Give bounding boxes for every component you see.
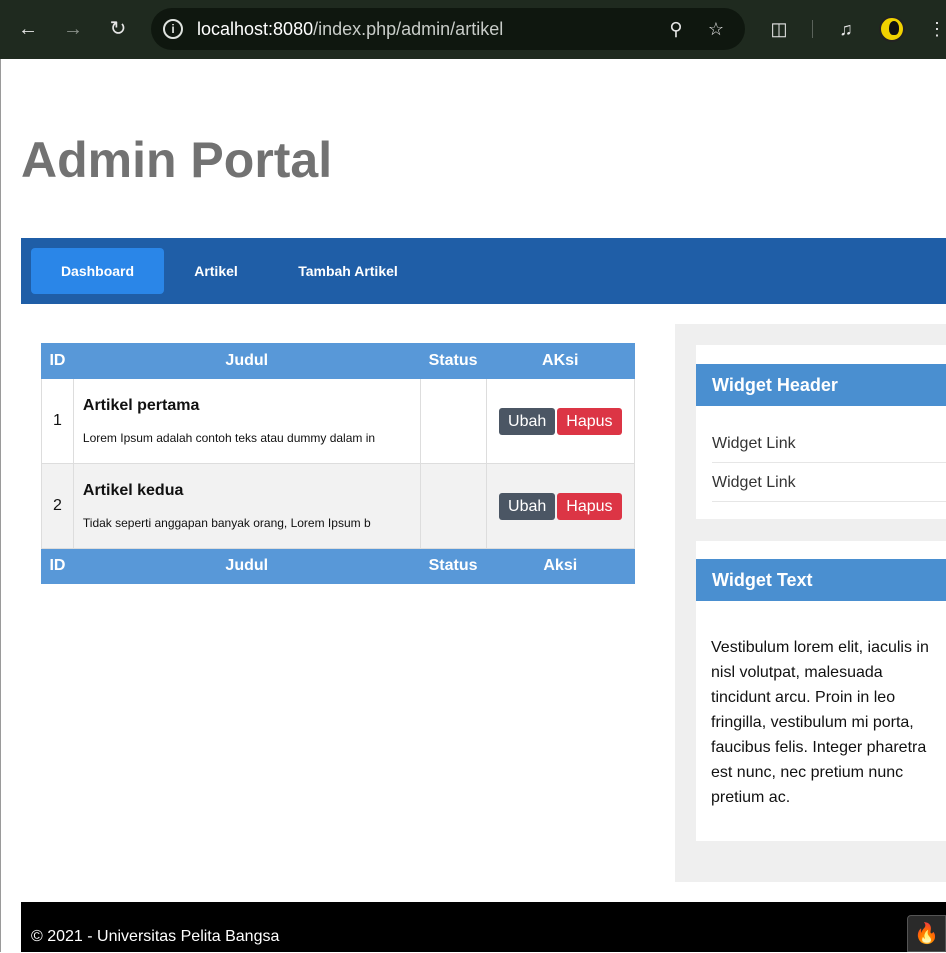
article-table: ID Judul Status AKsi 1 Artikel pertama L…: [41, 343, 636, 584]
footer: © 2021 - Universitas Pelita Bangsa 🔥: [21, 902, 946, 952]
nav-dashboard[interactable]: Dashboard: [31, 248, 164, 294]
reload-icon[interactable]: ↻: [104, 15, 132, 43]
row-id: 2: [41, 463, 74, 549]
widget-text: Widget Text Vestibulum lorem elit, iacul…: [696, 541, 946, 841]
main-nav: Dashboard Artikel Tambah Artikel: [21, 238, 946, 304]
edit-button[interactable]: Ubah: [499, 407, 556, 435]
row-id: 1: [41, 378, 74, 464]
row-judul: Artikel kedua Tidak seperti anggapan ban…: [72, 463, 421, 549]
site-info-icon[interactable]: i: [163, 19, 183, 39]
delete-button[interactable]: Hapus: [557, 492, 622, 520]
row-status: [419, 378, 487, 464]
row-actions: Ubah Hapus: [485, 463, 636, 549]
widget-header: Widget Header: [696, 364, 946, 406]
row-actions: Ubah Hapus: [485, 378, 636, 464]
table-row: 2 Artikel kedua Tidak seperti anggapan b…: [41, 463, 636, 549]
toolbar-divider: [812, 20, 813, 38]
header-status: Status: [419, 343, 487, 379]
widget-links: Widget Header Widget Link Widget Link: [696, 345, 946, 519]
edit-button[interactable]: Ubah: [499, 492, 556, 520]
widget-link[interactable]: Widget Link: [712, 463, 946, 502]
table-header-row: ID Judul Status AKsi: [41, 343, 636, 379]
header-aksi: AKsi: [485, 343, 636, 379]
page-title: Admin Portal: [21, 132, 333, 188]
bookmark-star-icon[interactable]: ☆: [704, 17, 728, 41]
footer-id: ID: [41, 548, 74, 584]
page-border: [0, 59, 1, 952]
header-judul: Judul: [72, 343, 421, 379]
media-controls-icon[interactable]: ♫: [833, 16, 859, 42]
row-status: [419, 463, 487, 549]
nav-tambah-artikel[interactable]: Tambah Artikel: [286, 248, 410, 294]
table-row: 1 Artikel pertama Lorem Ipsum adalah con…: [41, 378, 636, 464]
nav-artikel[interactable]: Artikel: [176, 248, 256, 294]
footer-aksi: Aksi: [485, 548, 636, 584]
back-icon[interactable]: ←: [14, 15, 42, 43]
widget-body-text: Vestibulum lorem elit, iaculis in nisl v…: [711, 639, 929, 806]
table-footer-row: ID Judul Status Aksi: [41, 548, 636, 584]
article-excerpt: Lorem Ipsum adalah contoh teks atau dumm…: [82, 431, 376, 445]
article-title: Artikel kedua: [82, 482, 184, 499]
delete-button[interactable]: Hapus: [557, 407, 622, 435]
article-title: Artikel pertama: [82, 397, 200, 414]
widget-link[interactable]: Widget Link: [712, 424, 946, 463]
address-bar[interactable]: i localhost:8080/index.php/admin/artikel…: [151, 8, 745, 50]
codeigniter-flame-icon[interactable]: 🔥: [907, 915, 946, 952]
url-text[interactable]: localhost:8080/index.php/admin/artikel: [197, 19, 503, 40]
zoom-icon[interactable]: ⚲: [664, 17, 688, 41]
extensions-icon[interactable]: ◫: [766, 16, 792, 42]
header-id: ID: [41, 343, 74, 379]
profile-avatar-icon[interactable]: [879, 16, 905, 42]
row-judul: Artikel pertama Lorem Ipsum adalah conto…: [72, 378, 421, 464]
footer-status: Status: [419, 548, 487, 584]
browser-toolbar: ← → ↻ i localhost:8080/index.php/admin/a…: [0, 0, 946, 59]
copyright-text: © 2021 - Universitas Pelita Bangsa: [31, 928, 280, 945]
widget-header: Widget Text: [696, 559, 946, 601]
menu-icon[interactable]: ⋮: [924, 16, 946, 42]
footer-judul: Judul: [72, 548, 421, 584]
forward-icon[interactable]: →: [59, 15, 87, 43]
article-excerpt: Tidak seperti anggapan banyak orang, Lor…: [82, 516, 371, 530]
sidebar: Widget Header Widget Link Widget Link Wi…: [675, 324, 946, 882]
